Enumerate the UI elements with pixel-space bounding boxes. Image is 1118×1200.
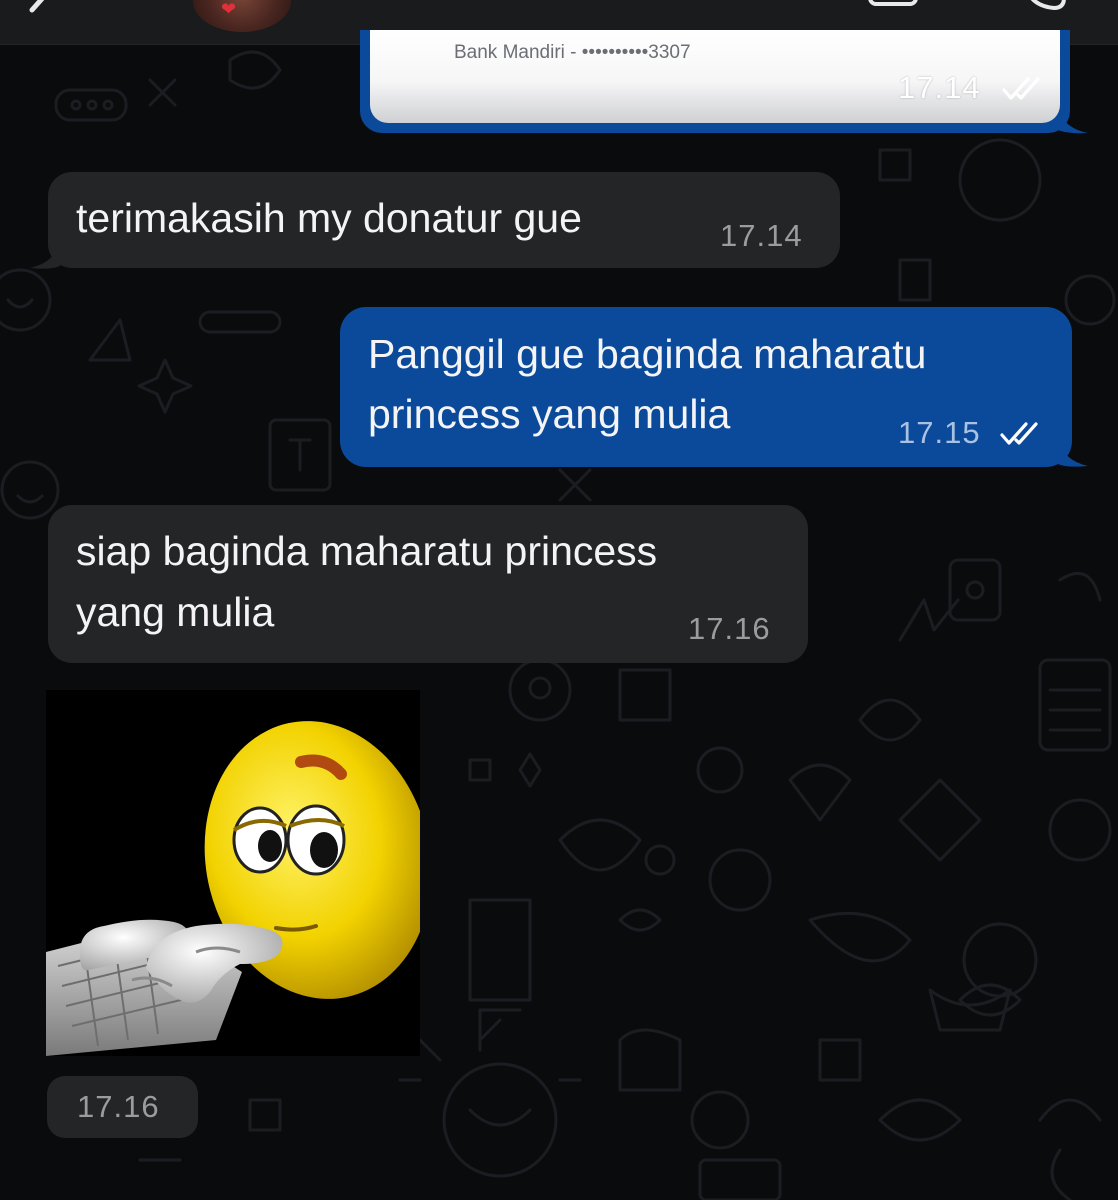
bubble-tail (1058, 106, 1088, 134)
message-text-line-1: siap baginda maharatu princess (76, 528, 658, 574)
video-call-icon[interactable] (864, 0, 944, 10)
typing-emoji-icon (46, 690, 420, 1056)
message-time: 17.15 (898, 415, 981, 450)
incoming-message[interactable]: siap baginda maharatu princess yang muli… (48, 505, 808, 663)
message-time: 17.14 (898, 70, 981, 105)
message-time: 17.16 (688, 611, 771, 646)
phone-call-icon[interactable] (1018, 0, 1070, 12)
read-receipt-icon (1000, 422, 1038, 445)
outgoing-message[interactable]: Panggil gue baginda maharatu princess ya… (340, 307, 1072, 467)
message-text-line-2: yang mulia (76, 589, 275, 635)
read-receipt-icon (1002, 77, 1040, 100)
message-text-line-1: Panggil gue baginda maharatu (368, 331, 927, 377)
sticker-time-badge: 17.16 (47, 1076, 198, 1138)
typing-emoji-sticker[interactable] (46, 690, 420, 1056)
receipt-image[interactable]: Bank Mandiri - ••••••••••3307 17.14 (370, 30, 1060, 123)
message-time: 17.14 (720, 218, 803, 253)
message-text: terimakasih my donatur gue (76, 195, 582, 241)
chat-screen: ❤ Bank Mandiri - ••••••••••3307 17.14 te… (0, 0, 1118, 1200)
message-text-line-2: princess yang mulia (368, 391, 731, 437)
heart-icon: ❤ (221, 0, 237, 19)
contact-avatar[interactable]: ❤ (193, 0, 291, 32)
receipt-bank-account: Bank Mandiri - ••••••••••3307 (454, 42, 691, 63)
back-chevron-icon[interactable] (18, 0, 58, 26)
incoming-message[interactable]: terimakasih my donatur gue 17.14 (48, 172, 840, 268)
bubble-tail (1058, 438, 1088, 467)
message-time: 17.16 (77, 1089, 160, 1124)
